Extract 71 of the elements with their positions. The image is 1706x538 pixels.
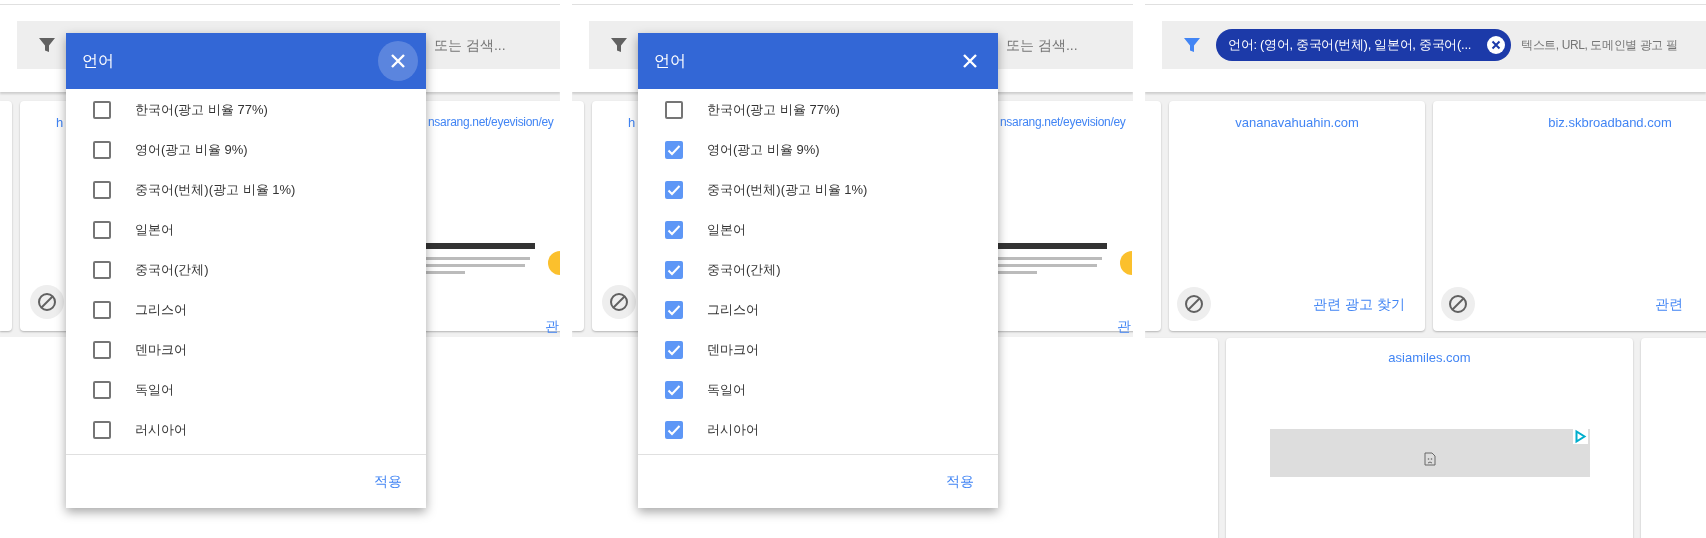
close-button[interactable] — [378, 41, 418, 81]
checkbox[interactable] — [93, 101, 111, 119]
option-label[interactable]: 일본어 — [135, 220, 174, 240]
filter-icon[interactable] — [37, 35, 57, 55]
dialog-title: 언어 — [654, 51, 686, 71]
option-label[interactable]: 그리스어 — [707, 300, 759, 320]
option-label[interactable]: 중국어(번체)(광고 비율 1%) — [707, 180, 868, 200]
block-button[interactable] — [1177, 287, 1211, 321]
apply-button[interactable]: 적용 — [374, 471, 402, 492]
related-ads-link[interactable]: 관련 광고 찾기 — [1313, 293, 1405, 315]
related-ads-link[interactable]: 관련 — [1655, 293, 1683, 315]
block-icon — [609, 292, 629, 312]
option-label[interactable]: 덴마크어 — [135, 340, 187, 360]
related-ads-link[interactable]: 관 — [1117, 316, 1131, 337]
filter-chip[interactable]: 언어: (영어, 중국어(번체), 일본어, 중국어(... — [1216, 29, 1512, 61]
option-label[interactable]: 한국어(광고 비율 77%) — [707, 100, 840, 120]
checkbox[interactable] — [665, 421, 683, 439]
checkbox[interactable] — [93, 421, 111, 439]
checkbox[interactable] — [665, 381, 683, 399]
adchoices-icon[interactable] — [1572, 428, 1588, 444]
option-label[interactable]: 영어(광고 비율 9%) — [135, 140, 248, 160]
block-icon — [37, 292, 57, 312]
checkbox[interactable] — [665, 101, 683, 119]
block-button[interactable] — [1441, 287, 1475, 321]
option-label[interactable]: 그리스어 — [135, 300, 187, 320]
dialog-title: 언어 — [82, 51, 114, 71]
checkbox[interactable] — [665, 341, 683, 359]
checkbox[interactable] — [665, 221, 683, 239]
checkbox[interactable] — [93, 381, 111, 399]
option-label[interactable]: 중국어(번체)(광고 비율 1%) — [135, 180, 296, 200]
block-icon — [1448, 294, 1468, 314]
option-label[interactable]: 중국어(간체) — [135, 260, 209, 280]
ad-url-link[interactable]: biz.skbroadband.com — [1548, 113, 1672, 133]
checkbox[interactable] — [93, 221, 111, 239]
chip-remove-icon[interactable] — [1487, 36, 1506, 54]
block-button[interactable] — [30, 285, 64, 319]
ad-url-link[interactable]: vananavahuahin.com — [1235, 113, 1359, 133]
option-label[interactable]: 영어(광고 비율 9%) — [707, 140, 820, 160]
checkbox[interactable] — [93, 261, 111, 279]
option-label[interactable]: 독일어 — [135, 380, 174, 400]
filter-icon[interactable] — [609, 35, 629, 55]
close-icon — [390, 53, 406, 69]
option-label[interactable]: 독일어 — [707, 380, 746, 400]
checkbox[interactable] — [93, 181, 111, 199]
checkbox[interactable] — [665, 301, 683, 319]
search-field[interactable]: 또는 검색... — [434, 34, 560, 56]
filter-icon[interactable] — [1182, 35, 1202, 55]
option-label[interactable]: 러시아어 — [135, 420, 187, 440]
checkbox[interactable] — [665, 261, 683, 279]
ad-url-link[interactable]: asiamiles.com — [1388, 348, 1471, 368]
ad-url-link[interactable]: nsarang.net/eyevision/ey — [1000, 113, 1126, 131]
block-icon — [1184, 294, 1204, 314]
close-icon — [962, 53, 978, 69]
checkbox[interactable] — [665, 181, 683, 199]
checkbox[interactable] — [93, 301, 111, 319]
block-button[interactable] — [602, 285, 636, 319]
checkbox[interactable] — [93, 141, 111, 159]
checkbox[interactable] — [93, 341, 111, 359]
option-label[interactable]: 중국어(간체) — [707, 260, 781, 280]
search-field[interactable]: 또는 검색... — [1006, 34, 1133, 56]
checkbox[interactable] — [665, 141, 683, 159]
option-label[interactable]: 한국어(광고 비율 77%) — [135, 100, 268, 120]
ad-url-link[interactable]: nsarang.net/eyevision/ey — [428, 113, 554, 131]
option-label[interactable]: 러시아어 — [707, 420, 759, 440]
option-label[interactable]: 덴마크어 — [707, 340, 759, 360]
chip-label: 언어: (영어, 중국어(번체), 일본어, 중국어(... — [1228, 36, 1472, 55]
option-label[interactable]: 일본어 — [707, 220, 746, 240]
search-field[interactable]: 텍스트, URL, 도메인별 광고 필 — [1521, 36, 1706, 54]
related-ads-link[interactable]: 관 — [545, 316, 559, 337]
apply-button[interactable]: 적용 — [946, 471, 974, 492]
broken-image-icon — [1423, 451, 1436, 466]
